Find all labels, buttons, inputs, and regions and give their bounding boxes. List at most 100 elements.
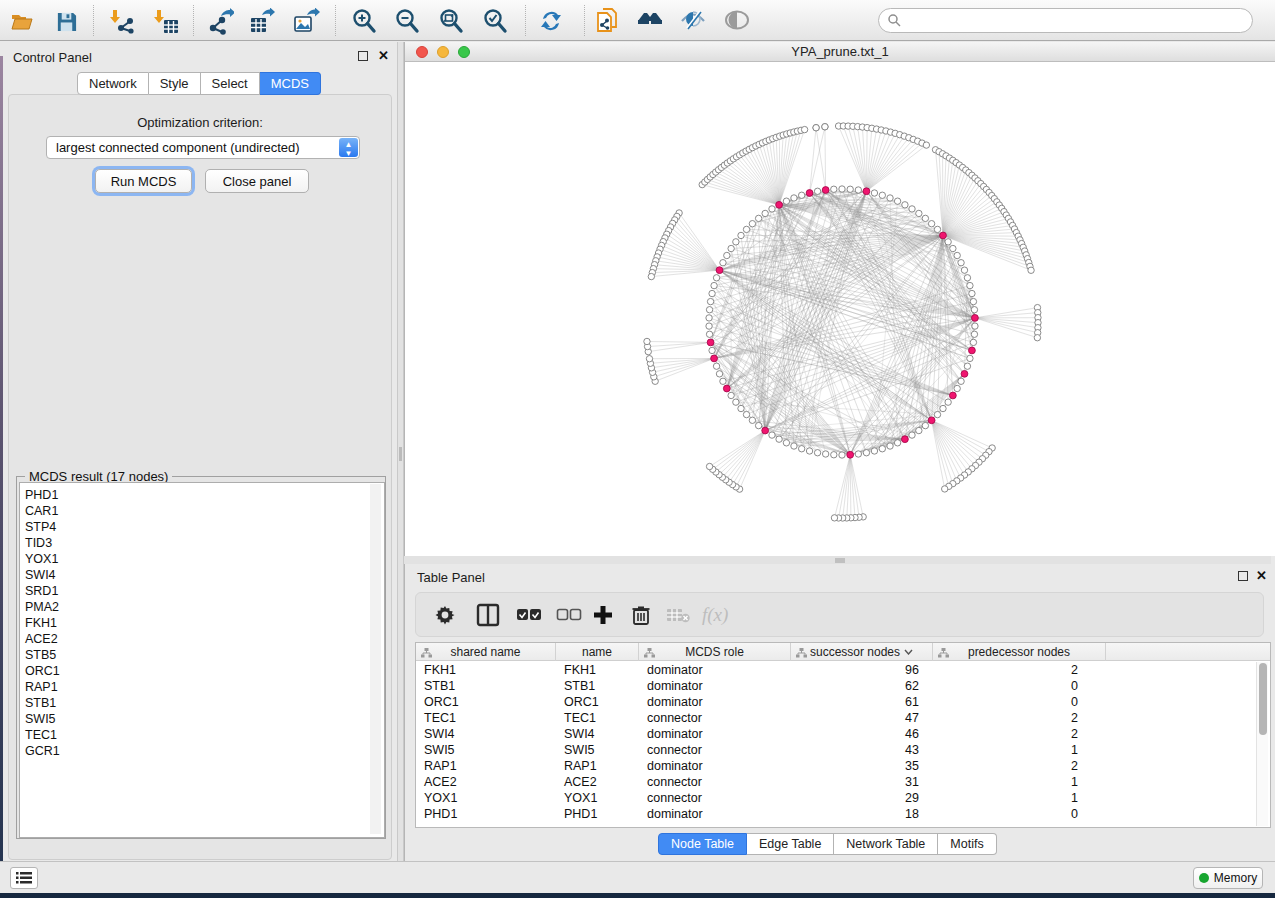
table-row[interactable]: ACE2ACE2connector311 (416, 774, 1270, 790)
mcds-result-item[interactable]: STB5 (20, 647, 384, 663)
network-edge[interactable] (932, 420, 993, 448)
network-node[interactable] (940, 405, 946, 411)
run-mcds-button[interactable]: Run MCDS (95, 169, 192, 193)
gear-icon[interactable] (434, 602, 456, 628)
network-node[interactable] (713, 363, 719, 369)
network-node[interactable] (971, 331, 977, 337)
network-edge[interactable] (975, 313, 1038, 318)
network-node[interactable] (879, 192, 885, 198)
network-node[interactable] (646, 356, 652, 362)
network-node[interactable] (954, 385, 960, 391)
splitter-handle[interactable] (835, 558, 845, 563)
network-edge[interactable] (850, 455, 863, 517)
network-edge[interactable] (779, 130, 801, 204)
table-row[interactable]: YOX1YOX1connector291 (416, 790, 1270, 806)
network-edge[interactable] (932, 420, 989, 451)
network-node[interactable] (706, 463, 712, 469)
network-node[interactable] (706, 331, 712, 337)
network-node[interactable] (871, 448, 877, 454)
network-node[interactable] (720, 260, 726, 266)
network-node[interactable] (791, 443, 797, 449)
network-edge[interactable] (932, 420, 945, 489)
network-node[interactable] (706, 307, 712, 313)
mcds-result-item[interactable]: TEC1 (20, 727, 384, 743)
network-node[interactable] (972, 323, 978, 329)
table-row[interactable]: FKH1FKH1dominator962 (416, 662, 1270, 678)
memory-button[interactable]: Memory (1193, 867, 1263, 889)
network-hub-node[interactable] (972, 315, 979, 322)
network-edge[interactable] (779, 131, 797, 205)
zoom-in-icon[interactable] (350, 7, 378, 35)
network-node[interactable] (724, 252, 730, 258)
mcds-list-scrollbar[interactable] (370, 484, 381, 834)
close-panel-button[interactable]: Close panel (205, 169, 309, 193)
network-node[interactable] (902, 202, 908, 208)
network-node[interactable] (776, 436, 782, 442)
network-node[interactable] (950, 245, 956, 251)
network-node[interactable] (954, 252, 960, 258)
network-edge[interactable] (825, 127, 826, 190)
network-edge[interactable] (669, 231, 720, 271)
horizontal-splitter[interactable] (404, 556, 1271, 564)
float-panel-icon[interactable] (1238, 571, 1248, 581)
network-hub-node[interactable] (940, 232, 947, 239)
network-node[interactable] (822, 451, 828, 457)
network-node[interactable] (769, 432, 775, 438)
network-edge[interactable] (733, 431, 766, 485)
deselect-all-icon[interactable] (556, 602, 582, 628)
network-edge[interactable] (671, 227, 720, 270)
table-scrollbar[interactable] (1256, 662, 1268, 826)
network-node[interactable] (863, 450, 869, 456)
table-row[interactable]: SWI5SWI5connector431 (416, 742, 1270, 758)
network-node[interactable] (791, 195, 797, 201)
zoom-selected-icon[interactable] (481, 7, 509, 35)
mcds-result-item[interactable]: SRD1 (20, 583, 384, 599)
network-hub-node[interactable] (707, 339, 714, 346)
network-edge[interactable] (932, 420, 961, 478)
network-edge[interactable] (727, 163, 779, 205)
network-node[interactable] (749, 221, 755, 227)
tab-edge-table[interactable]: Edge Table (747, 833, 834, 855)
network-node[interactable] (945, 239, 951, 245)
mcds-result-item[interactable]: STB1 (20, 695, 384, 711)
network-edge[interactable] (707, 179, 779, 204)
network-hub-node[interactable] (902, 436, 909, 443)
open-folder-icon[interactable] (8, 7, 36, 35)
network-edge[interactable] (932, 420, 983, 458)
tab-style[interactable]: Style (149, 72, 201, 95)
minimize-window-icon[interactable] (437, 46, 449, 58)
network-edge[interactable] (736, 431, 765, 487)
network-edge[interactable] (943, 163, 956, 236)
network-edge[interactable] (866, 141, 917, 191)
delete-column-icon[interactable] (630, 602, 652, 628)
mcds-result-item[interactable]: TID3 (20, 535, 384, 551)
network-node[interactable] (922, 215, 928, 221)
network-edge[interactable] (677, 216, 720, 270)
network-node[interactable] (871, 190, 877, 196)
mcds-result-item[interactable]: FKH1 (20, 615, 384, 631)
network-edge[interactable] (975, 318, 1038, 328)
network-edge[interactable] (719, 170, 780, 205)
tab-network[interactable]: Network (77, 72, 149, 95)
network-node[interactable] (970, 339, 976, 345)
column-header-name[interactable]: name (556, 643, 639, 661)
network-edge[interactable] (648, 342, 710, 351)
network-node[interactable] (831, 186, 837, 192)
network-node[interactable] (922, 422, 928, 428)
refresh-icon[interactable] (537, 7, 565, 35)
scrollbar-thumb[interactable] (1259, 663, 1267, 735)
network-node[interactable] (709, 347, 715, 353)
column-header-MCDS-role[interactable]: MCDS role (639, 643, 791, 661)
mcds-result-item[interactable]: CAR1 (20, 503, 384, 519)
network-edge[interactable] (834, 455, 850, 518)
network-node[interactable] (964, 275, 970, 281)
network-node[interactable] (916, 210, 922, 216)
network-hub-node[interactable] (969, 347, 976, 354)
network-node[interactable] (822, 124, 828, 130)
network-node[interactable] (798, 446, 804, 452)
maximize-window-icon[interactable] (458, 46, 470, 58)
network-node[interactable] (964, 363, 970, 369)
network-node[interactable] (783, 198, 789, 204)
network-edge[interactable] (932, 420, 986, 455)
show-all-icon[interactable] (723, 7, 751, 35)
